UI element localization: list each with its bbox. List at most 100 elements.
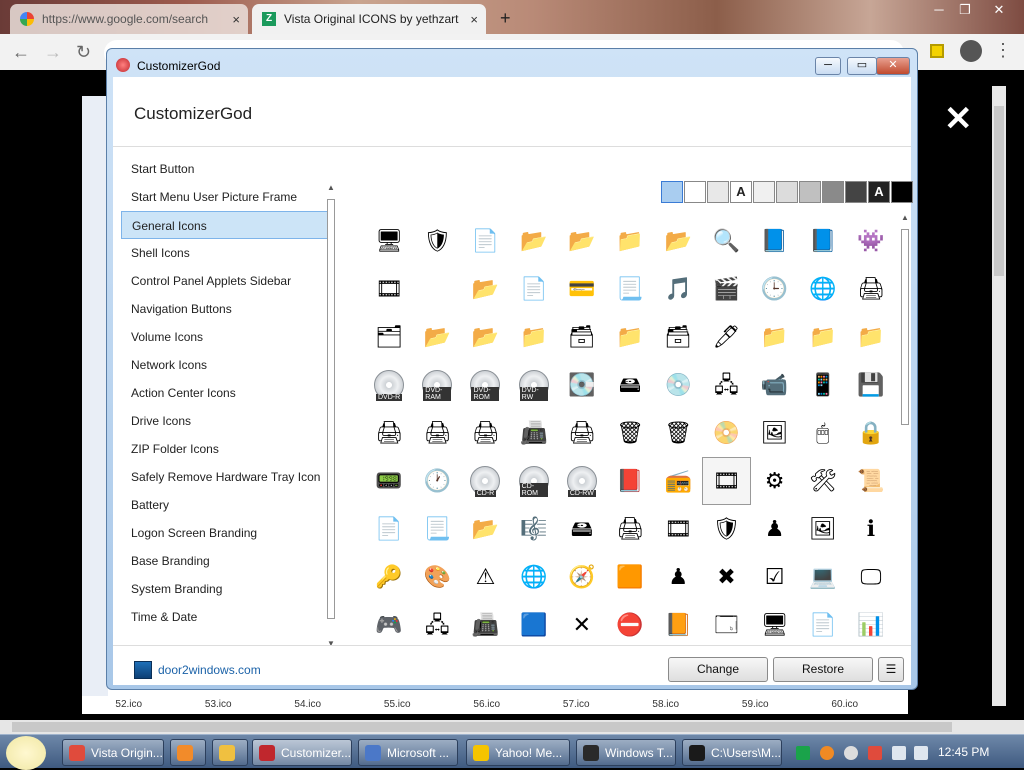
taskbar-item[interactable]: Vista Origin... [62,739,164,766]
icon-cell[interactable]: 🗂 [365,313,413,361]
new-tab-button[interactable]: + [500,8,511,29]
background-swatch[interactable]: A [868,181,890,203]
background-swatch[interactable] [822,181,844,203]
icon-cell[interactable]: ♟ [654,553,702,601]
icon-cell[interactable]: 🔑 [365,553,413,601]
icon-cell[interactable]: 📄 [510,265,558,313]
category-item[interactable]: Control Panel Applets Sidebar [121,267,331,295]
icon-cell[interactable]: CD-ROM [510,457,558,505]
icon-cell[interactable]: 🖨 [365,409,413,457]
tray-icon[interactable] [844,746,858,760]
icon-cell[interactable]: ✕ [558,601,606,649]
icon-cell[interactable]: 🖥 [365,217,413,265]
icon-cell[interactable] [413,265,461,313]
window-minimize-button[interactable]: ─ [926,2,952,20]
icon-grid-scrollbar[interactable]: ▲ ▼ [899,213,911,663]
category-item[interactable]: Network Icons [121,351,331,379]
menu-kebab-icon[interactable]: ⋮ [994,40,1012,61]
background-swatch[interactable] [684,181,706,203]
icon-cell[interactable]: CD-R [461,457,509,505]
icon-cell[interactable]: ⚙ [751,457,799,505]
brand-link[interactable]: door2windows.com [158,663,261,677]
category-item[interactable]: System Branding [121,575,331,603]
clock[interactable]: 12:45 PM [938,745,989,759]
lightbox-close-icon[interactable]: ✕ [944,102,973,136]
background-swatch[interactable] [845,181,867,203]
icon-cell[interactable]: ⛔ [606,601,654,649]
icon-cell[interactable]: 🎞 [654,505,702,553]
icon-cell[interactable]: 🎮 [365,601,413,649]
scrollbar-thumb[interactable] [901,229,909,425]
window-close-button[interactable]: ✕ [986,2,1012,20]
category-item[interactable]: General Icons [121,211,331,239]
icon-cell[interactable]: CD-RW [558,457,606,505]
category-item[interactable]: Battery [121,491,331,519]
close-button[interactable]: ✕ [876,57,910,75]
background-swatch[interactable] [753,181,775,203]
background-swatch[interactable] [707,181,729,203]
icon-cell[interactable]: 🖼 [799,505,847,553]
icon-cell[interactable]: 🔒 [847,409,893,457]
icon-cell[interactable]: 📕 [606,457,654,505]
category-item[interactable]: Volume Icons [121,323,331,351]
icon-cell[interactable]: 📁 [606,313,654,361]
icon-cell[interactable]: 💾 [847,361,893,409]
icon-cell[interactable]: 👾 [847,217,893,265]
icon-cell[interactable]: 🗔 [702,601,750,649]
icon-cell[interactable]: 📁 [751,313,799,361]
icon-cell[interactable]: 🖧 [413,601,461,649]
icon-cell[interactable]: 🖴 [558,505,606,553]
taskbar-item[interactable]: Windows T... [576,739,676,766]
background-swatch[interactable] [799,181,821,203]
icon-cell[interactable]: 🖥 [751,601,799,649]
reload-button[interactable]: ↻ [76,42,91,63]
taskbar-item[interactable]: Yahoo! Me... [466,739,570,766]
icon-cell[interactable]: 📹 [751,361,799,409]
icon-cell[interactable]: ℹ [847,505,893,553]
icon-cell[interactable]: 📃 [606,265,654,313]
profile-avatar[interactable] [960,40,982,62]
icon-cell[interactable]: 🎼 [510,505,558,553]
action-center-icon[interactable] [868,746,882,760]
icon-cell[interactable]: 📄 [461,217,509,265]
icon-cell[interactable]: 🕐 [413,457,461,505]
icon-cell[interactable]: ♟ [751,505,799,553]
category-item[interactable]: Navigation Buttons [121,295,331,323]
volume-icon[interactable] [914,746,928,760]
icon-cell[interactable]: 🛠 [799,457,847,505]
icon-cell[interactable]: 🕒 [751,265,799,313]
icon-cell[interactable]: 🖨 [558,409,606,457]
icon-cell[interactable]: 📂 [461,313,509,361]
taskbar-item[interactable]: Microsoft ... [358,739,458,766]
icon-cell[interactable]: ⚠ [461,553,509,601]
icon-cell[interactable]: 📃 [413,505,461,553]
icon-cell[interactable]: 📂 [510,217,558,265]
icon-cell[interactable]: 📂 [461,505,509,553]
scrollbar-thumb[interactable] [327,199,335,619]
taskbar-item[interactable]: C:\Users\M... [682,739,782,766]
icon-cell[interactable]: 🖴 [606,361,654,409]
category-item[interactable]: ZIP Folder Icons [121,435,331,463]
icon-cell[interactable]: 🖧 [702,361,750,409]
browser-tab-google[interactable]: https://www.google.com/search × [10,4,248,34]
tab-close-icon[interactable]: × [232,12,240,27]
icon-cell[interactable]: 📜 [847,457,893,505]
icon-cell[interactable]: 🖱 [799,409,847,457]
icon-cell[interactable]: DVD-ROM [461,361,509,409]
scrollbar-thumb[interactable] [994,106,1004,276]
icon-cell[interactable]: DVD-R [365,361,413,409]
category-item[interactable]: Action Center Icons [121,379,331,407]
icon-cell[interactable]: 💻 [799,553,847,601]
category-item[interactable]: Drive Icons [121,407,331,435]
icon-cell[interactable]: 🖨 [847,265,893,313]
category-item[interactable]: Start Button [121,155,331,183]
icon-cell[interactable]: 🖨 [413,409,461,457]
icon-cell[interactable]: 📟 [365,457,413,505]
icon-cell[interactable]: 🎨 [413,553,461,601]
icon-cell[interactable]: 🖵 [847,553,893,601]
page-scrollbar[interactable] [992,86,1006,706]
icon-cell[interactable]: 🎞 [365,265,413,313]
icon-cell[interactable]: 🟦 [510,601,558,649]
icon-cell[interactable]: ✖ [702,553,750,601]
icon-cell[interactable]: DVD-RAM [413,361,461,409]
